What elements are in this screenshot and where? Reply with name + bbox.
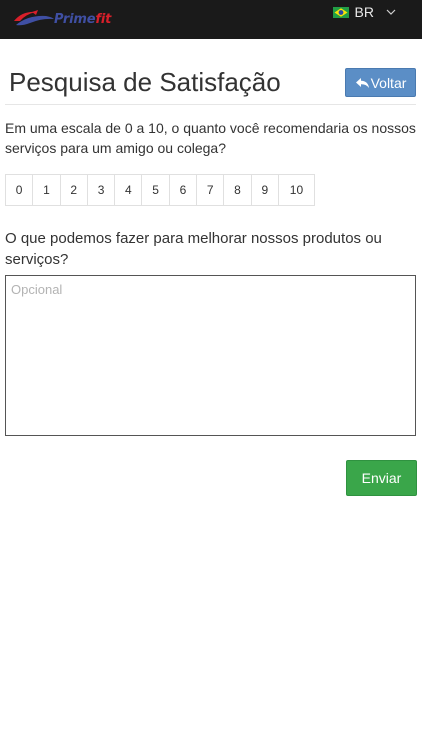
scale-option-9[interactable]: 9 (250, 174, 279, 206)
improvement-question: O que podemos fazer para melhorar nossos… (5, 230, 382, 268)
scale-option-7[interactable]: 7 (196, 174, 225, 206)
logo-text-fit: fit (95, 11, 112, 27)
logo-text-prime: Prime (54, 11, 96, 27)
logo-swoosh-icon (14, 10, 54, 26)
nps-question: Em uma escala de 0 a 10, o quanto você r… (5, 120, 416, 156)
scale-option-3[interactable]: 3 (86, 174, 116, 206)
scale-option-6[interactable]: 6 (168, 174, 198, 206)
back-button[interactable]: Voltar (345, 68, 416, 97)
scale-option-1[interactable]: 1 (32, 174, 61, 206)
chevron-down-icon (386, 9, 396, 15)
scale-option-5[interactable]: 5 (141, 174, 170, 206)
top-navbar: Primefit BR (0, 0, 422, 39)
submit-button[interactable]: Enviar (346, 460, 417, 496)
reply-arrow-icon (355, 77, 369, 88)
improvement-textarea[interactable] (5, 275, 416, 436)
scale-option-10[interactable]: 10 (277, 174, 315, 206)
nps-scale: 0 1 2 3 4 5 6 7 8 9 10 (5, 174, 315, 206)
back-button-label: Voltar (370, 74, 407, 91)
page-title: Pesquisa de Satisfação (9, 67, 281, 97)
scale-option-8[interactable]: 8 (223, 174, 252, 206)
brazil-flag-icon (332, 6, 349, 18)
scale-option-2[interactable]: 2 (59, 174, 88, 206)
language-label: BR (354, 4, 374, 20)
scale-option-0[interactable]: 0 (5, 174, 34, 206)
language-selector[interactable]: BR (332, 4, 396, 20)
scale-option-4[interactable]: 4 (114, 174, 143, 206)
primefit-logo[interactable]: Primefit (12, 5, 111, 33)
title-divider (5, 104, 416, 105)
